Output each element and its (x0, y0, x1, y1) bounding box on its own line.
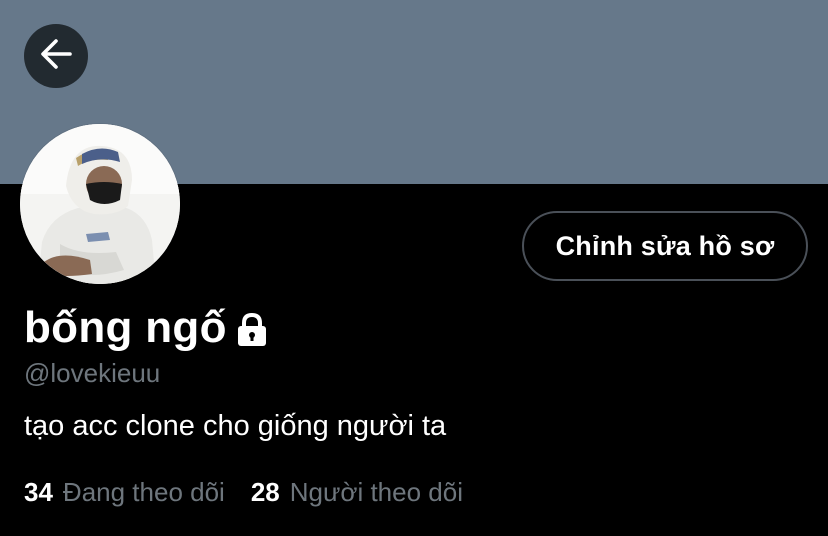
display-name: bống ngố (24, 303, 227, 352)
profile-avatar[interactable] (20, 124, 180, 284)
name-row: bống ngố (24, 300, 269, 356)
user-handle: @lovekieuu (24, 358, 161, 388)
arrow-left-icon (39, 37, 73, 76)
followers-label: Người theo dõi (289, 477, 463, 507)
profile-bio: tạo acc clone cho giống người ta (24, 410, 447, 442)
followers-count: 28 (250, 477, 280, 507)
edit-profile-button[interactable]: Chỉnh sửa hồ sơ (522, 211, 808, 281)
lock-icon (235, 312, 269, 348)
followers-link[interactable]: 28 Người theo dõi (251, 474, 463, 510)
following-label: Đang theo dõi (62, 477, 225, 507)
follow-stats: 34 Đang theo dõi 28 Người theo dõi (24, 474, 489, 510)
back-button[interactable] (24, 24, 88, 88)
following-count: 34 (24, 477, 53, 507)
following-link[interactable]: 34 Đang theo dõi (24, 474, 225, 510)
